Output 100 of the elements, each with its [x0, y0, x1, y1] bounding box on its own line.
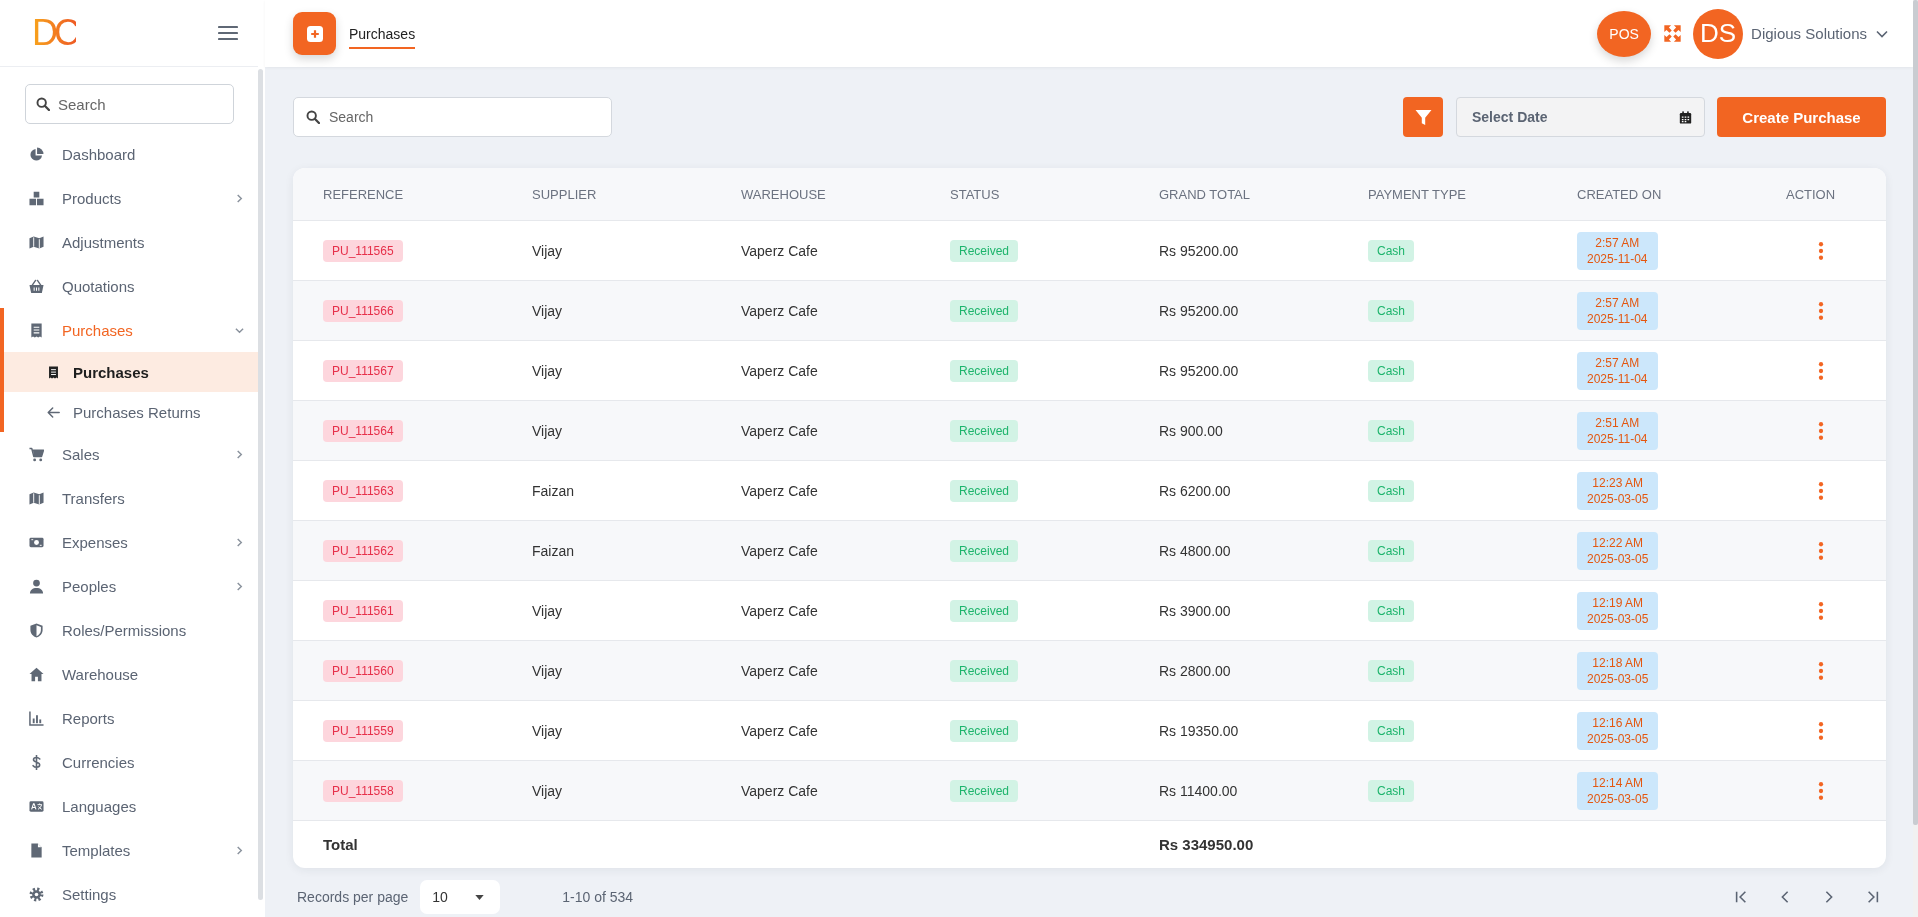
column-header: STATUS	[950, 186, 1000, 202]
scrollbar-thumb[interactable]	[258, 69, 263, 900]
grand-total-cell: Rs 95200.00	[1159, 362, 1239, 379]
search-field[interactable]: Search	[25, 84, 234, 124]
status-badge: Received	[950, 239, 1019, 262]
column-header: WAREHOUSE	[741, 186, 826, 202]
search-field[interactable]: Search	[293, 97, 612, 137]
more-options-icon[interactable]	[1818, 721, 1824, 740]
payment-type-badge: Cash	[1368, 359, 1414, 382]
grand-total-cell: Rs 3900.00	[1159, 602, 1231, 619]
status-badge: Received	[950, 599, 1019, 622]
more-options-icon[interactable]	[1818, 361, 1824, 380]
grand-total-cell: Rs 4800.00	[1159, 542, 1231, 559]
user-avatar[interactable]: DS	[1693, 8, 1744, 59]
payment-type-badge: Cash	[1368, 719, 1414, 742]
per-page-select[interactable]: 10	[420, 880, 501, 914]
warehouse-cell: Vaperz Cafe	[741, 782, 818, 799]
column-header: SUPPLIER	[532, 186, 597, 202]
created-on-badge: 12:16 AM 2025-03-05	[1577, 711, 1659, 750]
receipt-icon	[47, 365, 60, 379]
filter-button[interactable]	[1403, 97, 1443, 137]
sidebar-item[interactable]: Roles/Permissions	[0, 608, 258, 652]
more-options-icon[interactable]	[1818, 481, 1824, 500]
sidebar-item[interactable]: Settings	[0, 872, 258, 916]
warehouse-cell: Vaperz Cafe	[741, 542, 818, 559]
reference-tag: PU_111567	[323, 359, 403, 382]
menu-icon[interactable]	[218, 25, 238, 41]
chevron-down-icon[interactable]	[1876, 29, 1888, 38]
more-options-icon[interactable]	[1818, 301, 1824, 320]
sidebar-item[interactable]: Warehouse	[0, 652, 258, 696]
date-field[interactable]: Select Date	[1456, 97, 1705, 137]
sidebar-item[interactable]: Adjustments	[0, 220, 258, 264]
more-options-icon[interactable]	[1818, 541, 1824, 560]
sidebar-item[interactable]: Currencies	[0, 740, 258, 784]
warehouse-cell: Vaperz Cafe	[741, 422, 818, 439]
page-tab[interactable]: Purchases	[349, 18, 416, 49]
grand-total-cell: Rs 6200.00	[1159, 482, 1231, 499]
more-options-icon[interactable]	[1818, 781, 1824, 800]
status-badge: Received	[950, 479, 1019, 502]
person-icon	[29, 578, 44, 594]
sidebar-item[interactable]: Expenses	[0, 520, 258, 564]
supplier-cell: Vijay	[532, 602, 563, 619]
pos-button[interactable]: POS	[1597, 10, 1652, 57]
supplier-cell: Vijay	[532, 782, 563, 799]
grand-total-cell: Rs 11400.00	[1159, 782, 1238, 799]
status-badge: Received	[950, 719, 1019, 742]
user-name[interactable]: Digious Solutions	[1751, 25, 1867, 42]
reference-tag: PU_111563	[323, 479, 403, 502]
reference-tag: PU_111565	[323, 239, 403, 262]
created-on-badge: 12:18 AM 2025-03-05	[1577, 651, 1659, 690]
sidebar-item[interactable]: Transfers	[0, 476, 258, 520]
sidebar-item[interactable]: Quotations	[0, 264, 258, 308]
created-on-badge: 2:51 AM 2025-11-04	[1577, 411, 1658, 450]
warehouse-cell: Vaperz Cafe	[741, 662, 818, 679]
receipt-icon	[29, 322, 44, 338]
sidebar-item[interactable]: Sales	[0, 432, 258, 476]
shield-icon	[29, 622, 44, 638]
total-amount: Rs 334950.00	[1159, 836, 1254, 853]
last-page-icon[interactable]	[1866, 890, 1880, 904]
created-on-badge: 12:22 AM 2025-03-05	[1577, 531, 1659, 570]
add-button[interactable]	[293, 12, 336, 55]
create-purchase-button[interactable]: Create Purchase	[1717, 97, 1886, 137]
sidebar-subitem[interactable]: Purchases Returns	[0, 392, 258, 432]
pie-chart-icon	[29, 146, 44, 162]
grand-total-cell: Rs 95200.00	[1159, 302, 1239, 319]
grand-total-cell: Rs 2800.00	[1159, 662, 1231, 679]
sidebar-item[interactable]: Dashboard	[0, 132, 258, 176]
supplier-cell: Vijay	[532, 362, 563, 379]
more-options-icon[interactable]	[1818, 421, 1824, 440]
sidebar-item[interactable]: Languages	[0, 784, 258, 828]
more-options-icon[interactable]	[1818, 661, 1824, 680]
sidebar-item[interactable]: Reports	[0, 696, 258, 740]
sidebar-item[interactable]: Purchases	[0, 308, 258, 352]
sidebar-item[interactable]: Templates	[0, 828, 258, 872]
sidebar-item[interactable]: Peoples	[0, 564, 258, 608]
boxes-icon	[29, 190, 44, 206]
language-card-icon	[29, 798, 44, 814]
status-badge: Received	[950, 299, 1019, 322]
grand-total-cell: Rs 900.00	[1159, 422, 1223, 439]
created-on-badge: 12:19 AM 2025-03-05	[1577, 591, 1659, 630]
map-icon	[29, 490, 44, 506]
first-page-icon[interactable]	[1734, 890, 1748, 904]
warehouse-cell: Vaperz Cafe	[741, 242, 818, 259]
supplier-cell: Vijay	[532, 422, 563, 439]
gear-icon	[29, 886, 44, 902]
created-on-badge: 2:57 AM 2025-11-04	[1577, 231, 1658, 270]
payment-type-badge: Cash	[1368, 779, 1414, 802]
supplier-cell: Vijay	[532, 722, 563, 739]
fullscreen-icon[interactable]	[1664, 25, 1682, 42]
house-icon	[29, 666, 44, 682]
more-options-icon[interactable]	[1818, 601, 1824, 620]
payment-type-badge: Cash	[1368, 659, 1414, 682]
scrollbar-thumb[interactable]	[1913, 0, 1918, 825]
total-label: Total	[323, 836, 358, 853]
sidebar-subitem[interactable]: Purchases	[0, 352, 258, 392]
column-header: REFERENCE	[323, 186, 404, 202]
supplier-cell: Faizan	[532, 542, 575, 559]
sidebar-item[interactable]: Products	[0, 176, 258, 220]
more-options-icon[interactable]	[1818, 241, 1824, 260]
cart-icon	[29, 446, 44, 462]
